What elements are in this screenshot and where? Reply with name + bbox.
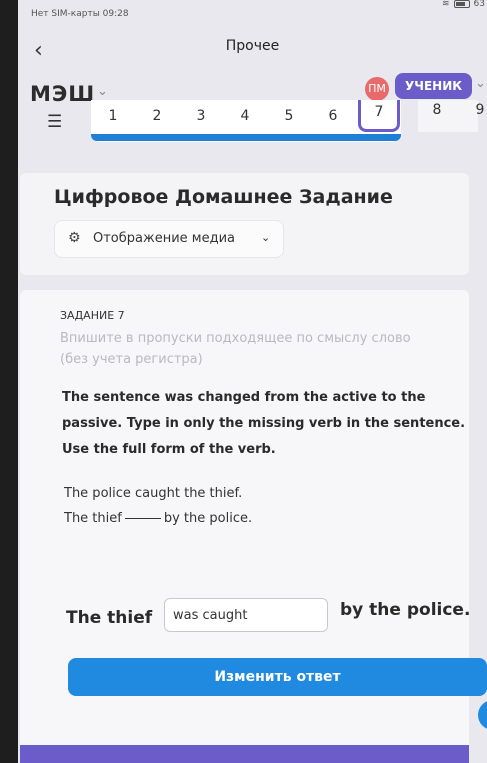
floating-action-button[interactable] bbox=[478, 700, 487, 730]
page-button[interactable]: 8 bbox=[425, 102, 449, 118]
page-button[interactable]: 1 bbox=[101, 108, 125, 124]
sentence-start: The thief bbox=[64, 511, 122, 526]
task-instruction: Впишите в пропуски подходящее по смыслу … bbox=[60, 328, 470, 370]
status-bar: Нет SIM-карты 09:28 ≋ 63 bbox=[18, 0, 487, 24]
page-button[interactable]: 9 bbox=[468, 102, 487, 118]
chevron-down-icon[interactable]: ⌄ bbox=[97, 84, 108, 99]
media-display-label: Отображение медиа bbox=[93, 231, 235, 246]
battery-level: 63 bbox=[473, 0, 485, 9]
active-sentence: The police caught the thief. bbox=[64, 486, 243, 501]
chevron-down-icon[interactable]: ⌄ bbox=[475, 76, 486, 91]
progress-bar bbox=[91, 134, 401, 141]
sentence-end: by the police. bbox=[163, 511, 253, 526]
task-number: ЗАДАНИЕ 7 bbox=[60, 309, 125, 322]
wifi-icon: ≋ bbox=[442, 0, 450, 9]
menu-icon[interactable]: ☰ bbox=[47, 112, 62, 132]
page-current-label: 7 bbox=[374, 104, 384, 120]
passive-sentence: The thief by the police. bbox=[64, 511, 252, 526]
bottom-bar bbox=[20, 745, 469, 763]
task-question: The sentence was changed from the active… bbox=[62, 390, 466, 457]
status-carrier-time: Нет SIM-карты 09:28 bbox=[31, 9, 129, 19]
page-button[interactable]: 3 bbox=[189, 108, 213, 124]
page-button-current[interactable]: 7 bbox=[358, 100, 400, 132]
blank-line bbox=[124, 518, 161, 519]
page-title: Цифровое Домашнее Задание bbox=[54, 186, 393, 208]
chevron-down-icon: ⌄ bbox=[261, 231, 271, 244]
answer-input[interactable] bbox=[164, 598, 328, 632]
page-button[interactable]: 2 bbox=[145, 108, 169, 124]
page-button[interactable]: 6 bbox=[321, 108, 345, 124]
task-navigation: ☰ 1 2 3 4 5 6 7 8 9 bbox=[18, 100, 487, 144]
avatar[interactable]: ПМ bbox=[365, 77, 389, 101]
change-answer-button[interactable]: Изменить ответ bbox=[68, 658, 487, 696]
app-screen: Нет SIM-карты 09:28 ≋ 63 ‹ Прочее МЭШ ⌄ … bbox=[18, 0, 487, 763]
answer-prefix: The thief bbox=[66, 608, 153, 628]
device-bezel bbox=[0, 0, 20, 763]
status-icons: ≋ 63 bbox=[442, 0, 485, 9]
instruction-line: (без учета регистра) bbox=[60, 352, 203, 367]
page-button[interactable]: 4 bbox=[233, 108, 257, 124]
gear-icon: ⚙ bbox=[68, 230, 81, 246]
topbar-title: Прочее bbox=[225, 38, 280, 54]
battery-icon bbox=[453, 0, 470, 8]
top-navigation-bar: ‹ Прочее bbox=[18, 24, 487, 76]
answer-suffix: by the police. bbox=[340, 600, 471, 620]
media-display-button[interactable]: ⚙ Отображение медиа ⌄ bbox=[54, 220, 284, 258]
role-badge[interactable]: УЧЕНИК bbox=[395, 73, 473, 99]
instruction-line: Впишите в пропуски подходящее по смыслу … bbox=[60, 331, 411, 346]
page-button[interactable]: 5 bbox=[277, 108, 301, 124]
